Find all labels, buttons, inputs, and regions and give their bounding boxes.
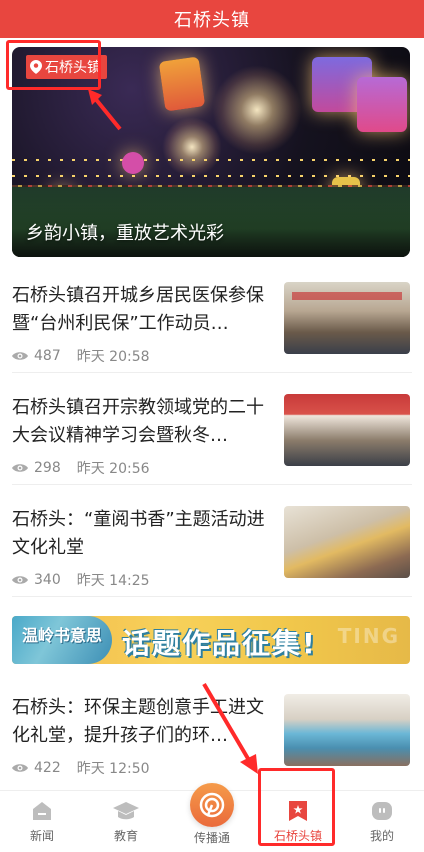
- annotation-highlight-box: [258, 768, 335, 846]
- lantern-decoration: [158, 56, 206, 112]
- app-header: 石桥头镇: [0, 0, 424, 38]
- list-divider: [12, 484, 412, 485]
- publish-time: 昨天 20:56: [76, 461, 150, 477]
- tab-news[interactable]: 新闻: [0, 791, 84, 852]
- news-thumbnail: [284, 506, 410, 578]
- news-headline: 石桥头镇召开宗教领域党的二十大会议精神学习会暨秋冬…: [12, 397, 264, 446]
- banner-bg-text: TING: [337, 624, 400, 648]
- banner-art: 温岭书意思: [12, 616, 112, 664]
- news-headline: 石桥头：环保主题创意手工进文化礼堂，提升孩子们的环…: [12, 697, 264, 746]
- tab-label: 我的: [369, 829, 394, 843]
- eye-icon: [12, 464, 28, 472]
- tab-education[interactable]: 教育: [84, 791, 168, 852]
- bottom-tab-bar: 新闻 教育 传播通 石桥头镇 我的: [0, 783, 424, 852]
- home-icon: [33, 802, 51, 820]
- view-count: 340: [34, 572, 61, 588]
- graduation-cap-icon: [113, 802, 139, 820]
- publish-time: 昨天 14:25: [76, 573, 150, 589]
- list-divider: [12, 372, 412, 373]
- news-meta: 422 昨天 12:50: [12, 758, 150, 778]
- publish-time: 昨天 20:58: [76, 349, 150, 365]
- broadcast-icon: [199, 792, 225, 818]
- hero-caption: 乡韵小镇，重放艺术光彩: [26, 223, 224, 244]
- eye-icon: [12, 352, 28, 360]
- tab-label: 传播通: [193, 831, 230, 845]
- lantern-decoration: [357, 77, 407, 132]
- eye-icon: [12, 576, 28, 584]
- promo-banner[interactable]: 温岭书意思 TING 话题作品征集!: [12, 616, 410, 664]
- list-divider: [12, 596, 412, 597]
- tab-label: 新闻: [29, 829, 54, 843]
- news-thumbnail: [284, 282, 410, 354]
- view-count: 298: [34, 460, 61, 476]
- annotation-highlight-box: [6, 40, 101, 90]
- profile-icon: [372, 802, 392, 820]
- page-title: 石桥头镇: [174, 10, 250, 31]
- tab-profile[interactable]: 我的: [340, 791, 424, 852]
- news-thumbnail: [284, 694, 410, 766]
- news-thumbnail: [284, 394, 410, 466]
- news-meta: 340 昨天 14:25: [12, 570, 150, 590]
- news-headline: 石桥头：“童阅书香”主题活动进文化礼堂: [12, 509, 265, 558]
- banner-art-text: 温岭书意思: [22, 626, 103, 645]
- view-count: 422: [34, 760, 61, 776]
- news-meta: 487 昨天 20:58: [12, 346, 150, 366]
- light-string: [12, 159, 410, 161]
- tab-label: 教育: [113, 829, 138, 843]
- publish-time: 昨天 12:50: [76, 761, 150, 777]
- lantern-decoration: [122, 152, 144, 174]
- firework-decoration: [162, 117, 222, 177]
- view-count: 487: [34, 348, 61, 364]
- eye-icon: [12, 764, 28, 772]
- banner-title: 话题作品征集!: [122, 627, 317, 660]
- tab-broadcast[interactable]: 传播通: [170, 783, 254, 852]
- news-headline: 石桥头镇召开城乡居民医保参保暨“台州利民保”工作动员…: [12, 285, 264, 334]
- news-meta: 298 昨天 20:56: [12, 458, 150, 478]
- firework-decoration: [212, 65, 302, 155]
